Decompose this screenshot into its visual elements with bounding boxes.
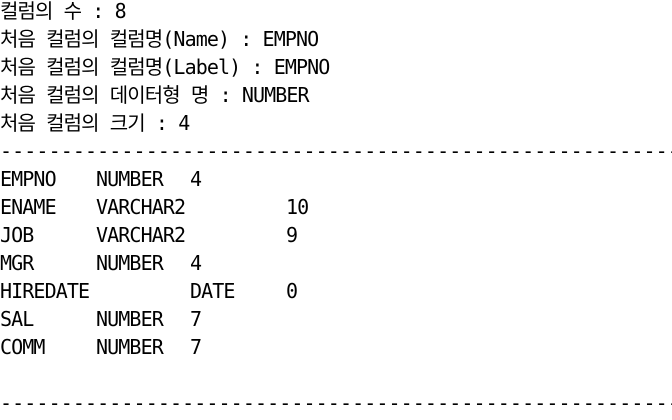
- console-output: 컬럼의 수 : 8 처음 컬럼의 컬럼명(Name) : EMPNO 처음 컬럼…: [0, 0, 672, 420]
- column-name: COMM: [0, 335, 45, 359]
- column-name: ENAME: [0, 195, 57, 219]
- first-column-type-line: 처음 컬럼의 데이터형 명 : NUMBER: [0, 83, 310, 107]
- column-name: EMPNO: [0, 167, 57, 191]
- column-type: VARCHAR2: [96, 195, 186, 219]
- column-size: 7: [190, 335, 202, 359]
- column-count-line: 컬럼의 수 : 8: [0, 0, 127, 23]
- column-row: HIREDATE DATE 0: [0, 277, 672, 305]
- column-type: NUMBER: [96, 167, 164, 191]
- separator-top: ----------------------------------------…: [0, 139, 672, 163]
- column-type: DATE: [190, 279, 235, 303]
- column-name: MGR: [0, 251, 34, 275]
- first-column-size-line: 처음 컬럼의 크기 : 4: [0, 111, 190, 135]
- column-size: 4: [190, 251, 202, 275]
- first-column-label-line: 처음 컬럼의 컬럼명(Label) : EMPNO: [0, 55, 330, 79]
- column-row: JOB VARCHAR2 9: [0, 221, 672, 249]
- column-name: SAL: [0, 307, 34, 331]
- column-size: 9: [286, 223, 298, 247]
- separator-bottom: ----------------------------------------…: [0, 391, 672, 415]
- column-type: NUMBER: [96, 307, 164, 331]
- column-name: HIREDATE: [0, 279, 90, 303]
- column-size: 4: [190, 167, 202, 191]
- column-row: EMPNO NUMBER 4: [0, 165, 672, 193]
- column-row: COMM NUMBER 7: [0, 333, 672, 361]
- first-column-name-line: 처음 컬럼의 컬럼명(Name) : EMPNO: [0, 27, 319, 51]
- column-type: VARCHAR2: [96, 223, 186, 247]
- column-size: 7: [190, 307, 202, 331]
- column-type: NUMBER: [96, 251, 164, 275]
- column-size: 0: [286, 279, 298, 303]
- column-row: MGR NUMBER 4: [0, 249, 672, 277]
- column-size: 10: [286, 195, 309, 219]
- column-type: NUMBER: [96, 335, 164, 359]
- column-row: SAL NUMBER 7: [0, 305, 672, 333]
- column-row: ENAME VARCHAR2 10: [0, 193, 672, 221]
- column-name: JOB: [0, 223, 34, 247]
